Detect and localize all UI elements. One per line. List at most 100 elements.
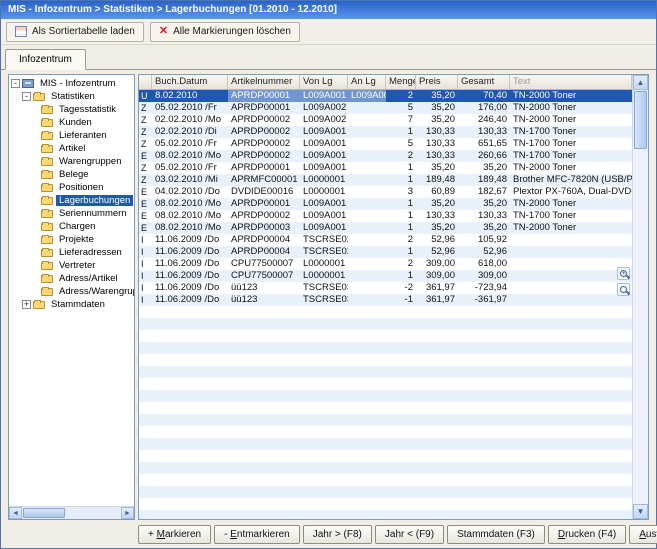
table-scrollbar-thumb[interactable] — [634, 91, 647, 149]
cell-gesamt[interactable]: 35,20 — [458, 198, 510, 210]
cell-an-lg[interactable] — [348, 102, 386, 114]
cell-text[interactable]: TN-1700 Toner — [510, 138, 632, 150]
cell-an-lg[interactable] — [348, 234, 386, 246]
magnifier-icon[interactable] — [617, 283, 630, 296]
cell-gesamt[interactable]: 130,33 — [458, 126, 510, 138]
cell-an-lg[interactable] — [348, 222, 386, 234]
cell-von-lg[interactable]: L0000001 — [300, 186, 348, 198]
table-row[interactable]: E08.02.2010 /MoAPRDP00002L009A0011130,33… — [139, 210, 632, 222]
tree-item-vertreter[interactable]: Vertreter — [9, 259, 134, 272]
expand-icon[interactable]: + — [22, 300, 31, 309]
table-row[interactable]: Z03.02.2010 /MiAPRMFC00001L00000011189,4… — [139, 174, 632, 186]
cell-buch-datum[interactable]: 11.06.2009 /Do — [152, 246, 228, 258]
cell-preis[interactable]: 361,97 — [416, 282, 458, 294]
cell-marker[interactable]: Z — [139, 102, 152, 114]
entmarkieren-button[interactable]: - Entmarkieren — [214, 525, 300, 544]
drucken-f4-button[interactable]: Drucken (F4) — [548, 525, 626, 544]
cell-marker[interactable]: I — [139, 294, 152, 306]
cell-an-lg[interactable] — [348, 258, 386, 270]
cell-text[interactable]: TN-1700 Toner — [510, 150, 632, 162]
cell-artikelnummer[interactable]: CPU77500007 — [228, 258, 300, 270]
tree-item-seriennummern[interactable]: Seriennummern — [9, 207, 134, 220]
table-row[interactable]: I11.06.2009 /Doüü123TSCRSE03-1361,97-361… — [139, 294, 632, 306]
cell-text[interactable]: Plextor PX-760A, Dual-DVD-+R/-+RW, 18/18… — [510, 186, 632, 198]
tree-scrollbar-thumb[interactable] — [23, 508, 65, 518]
load-sort-table-button[interactable]: Als Sortiertabelle laden — [6, 22, 144, 42]
cell-an-lg[interactable] — [348, 246, 386, 258]
cell-buch-datum[interactable]: 08.02.2010 /Mo — [152, 222, 228, 234]
scroll-down-icon[interactable]: ▼ — [633, 504, 648, 519]
table-vertical-scrollbar[interactable]: ▲ ▼ — [632, 75, 648, 519]
column-header-text[interactable]: Text — [510, 75, 632, 89]
cell-text[interactable] — [510, 294, 632, 306]
cell-artikelnummer[interactable]: APRMFC00001 — [228, 174, 300, 186]
tree-item-chargen[interactable]: Chargen — [9, 220, 134, 233]
cell-artikelnummer[interactable]: APRDP00004 — [228, 246, 300, 258]
cell-von-lg[interactable]: L009A002 — [300, 102, 348, 114]
cell-preis[interactable]: 35,20 — [416, 102, 458, 114]
cell-preis[interactable]: 130,33 — [416, 210, 458, 222]
cell-gesamt[interactable]: 176,00 — [458, 102, 510, 114]
cell-menge[interactable]: 5 — [386, 138, 416, 150]
cell-text[interactable] — [510, 234, 632, 246]
cell-marker[interactable]: I — [139, 246, 152, 258]
cell-marker[interactable]: Z — [139, 162, 152, 174]
cell-menge[interactable]: 5 — [386, 102, 416, 114]
cell-menge[interactable]: 1 — [386, 270, 416, 282]
cell-gesamt[interactable]: 246,40 — [458, 114, 510, 126]
cell-an-lg[interactable] — [348, 174, 386, 186]
cell-an-lg[interactable] — [348, 270, 386, 282]
cell-text[interactable]: Brother MFC-7820N (USB/PAR/LAN, Scannen,… — [510, 174, 632, 186]
cell-gesamt[interactable]: 189,48 — [458, 174, 510, 186]
cell-gesamt[interactable]: 130,33 — [458, 210, 510, 222]
cell-marker[interactable]: Z — [139, 138, 152, 150]
cell-von-lg[interactable]: TSCRSE03 — [300, 282, 348, 294]
cell-buch-datum[interactable]: 02.02.2010 /Di — [152, 126, 228, 138]
collapse-icon[interactable]: - — [11, 79, 20, 88]
column-header-menge[interactable]: Menge — [386, 75, 416, 89]
cell-marker[interactable]: E — [139, 198, 152, 210]
cell-menge[interactable]: 1 — [386, 126, 416, 138]
cell-menge[interactable]: -2 — [386, 282, 416, 294]
cell-an-lg[interactable] — [348, 198, 386, 210]
cell-text[interactable] — [510, 270, 632, 282]
tree-item-stammdaten[interactable]: +Stammdaten — [9, 298, 134, 311]
cell-gesamt[interactable]: -723,94 — [458, 282, 510, 294]
cell-text[interactable]: TN-2000 Toner — [510, 102, 632, 114]
cell-menge[interactable]: 2 — [386, 234, 416, 246]
table-row[interactable]: Z05.02.2010 /FrAPRDP00001L009A002535,201… — [139, 102, 632, 114]
tree-item-tagesstatistik[interactable]: Tagesstatistik — [9, 103, 134, 116]
cell-an-lg[interactable] — [348, 210, 386, 222]
table-row[interactable]: E08.02.2010 /MoAPRDP00001L009A001135,203… — [139, 198, 632, 210]
cell-an-lg[interactable] — [348, 294, 386, 306]
cell-buch-datum[interactable]: 03.02.2010 /Mi — [152, 174, 228, 186]
table-row[interactable]: I11.06.2009 /DoAPRDP00004TSCRSE02152,965… — [139, 246, 632, 258]
cell-marker[interactable]: U — [139, 90, 152, 102]
cell-menge[interactable]: 7 — [386, 114, 416, 126]
table-row[interactable]: E04.02.2010 /DoDVDIDE00016L0000001360,89… — [139, 186, 632, 198]
column-header-an-lg[interactable]: An Lg — [348, 75, 386, 89]
tree-item-adress-warengruppen[interactable]: Adress/Warengruppen — [9, 285, 134, 298]
cell-artikelnummer[interactable]: APRDP00001 — [228, 102, 300, 114]
cell-artikelnummer[interactable]: üü123 — [228, 282, 300, 294]
cell-buch-datum[interactable]: 05.02.2010 /Fr — [152, 138, 228, 150]
table-row[interactable]: Z05.02.2010 /FrAPRDP00002L009A0015130,33… — [139, 138, 632, 150]
cell-gesamt[interactable]: 35,20 — [458, 162, 510, 174]
cell-von-lg[interactable]: L0000001 — [300, 174, 348, 186]
scroll-up-icon[interactable]: ▲ — [633, 75, 648, 90]
tree-item-mis-infozentrum[interactable]: -MIS - Infozentrum — [9, 77, 134, 90]
tree-horizontal-scrollbar[interactable]: ◄ ► — [9, 506, 134, 519]
cell-marker[interactable]: I — [139, 234, 152, 246]
cell-an-lg[interactable] — [348, 150, 386, 162]
tree-item-kunden[interactable]: Kunden — [9, 116, 134, 129]
cell-von-lg[interactable]: L009A001 — [300, 162, 348, 174]
cell-buch-datum[interactable]: 04.02.2010 /Do — [152, 186, 228, 198]
cell-marker[interactable]: E — [139, 150, 152, 162]
column-header-artikelnummer[interactable]: Artikelnummer — [228, 75, 300, 89]
cell-buch-datum[interactable]: 8.02.2010 — [152, 90, 228, 102]
cell-preis[interactable]: 309,00 — [416, 270, 458, 282]
table-row[interactable]: Z02.02.2010 /MoAPRDP00002L009A002735,202… — [139, 114, 632, 126]
tree-item-lieferanten[interactable]: Lieferanten — [9, 129, 134, 142]
cell-buch-datum[interactable]: 11.06.2009 /Do — [152, 282, 228, 294]
cell-von-lg[interactable]: L0000001 — [300, 258, 348, 270]
